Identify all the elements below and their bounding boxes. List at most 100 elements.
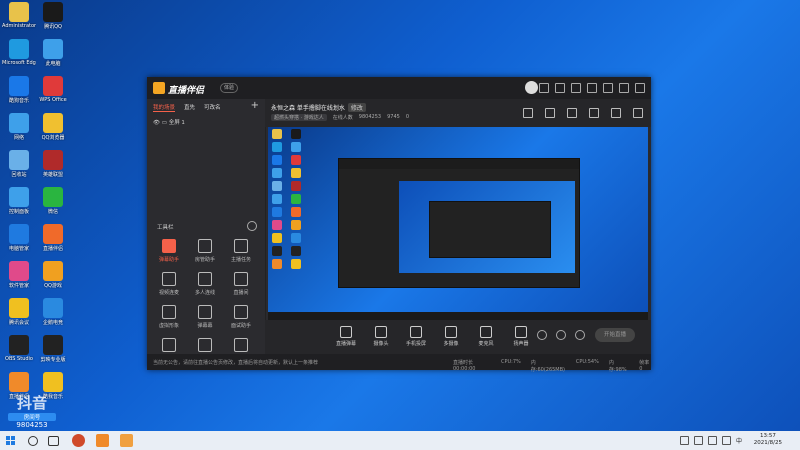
room-category[interactable]: 超燃头穿搭 · 游戏达人 [271, 114, 327, 121]
tab-my-scenes[interactable]: 我的场景 [153, 103, 176, 112]
tool-item[interactable] [187, 338, 223, 355]
tool-icon [198, 239, 212, 253]
tool-item[interactable]: 面试助手 [223, 305, 259, 329]
bottom-item[interactable]: 多摄像 [438, 326, 464, 347]
app-icon [9, 261, 29, 281]
bottom-item[interactable]: 麦克风 [473, 326, 499, 347]
tool-item[interactable]: 弹幕幕 [187, 305, 223, 329]
desktop-icon[interactable]: 电脑管家 [2, 224, 36, 252]
tab-third[interactable]: 可改名 [204, 103, 221, 112]
tray-person-icon[interactable] [679, 436, 689, 445]
desktop-icon[interactable]: 英雄联盟 [36, 150, 70, 178]
desktop-icon[interactable]: QQ浏览器 [36, 113, 70, 141]
desktop-icon[interactable]: 软件管家 [2, 261, 36, 289]
tool-item[interactable]: 主播任务 [223, 239, 259, 263]
desktop-icon-label: 回收站 [11, 172, 27, 178]
desktop-icon[interactable]: OBS Studio [2, 335, 36, 362]
maximize-icon[interactable] [619, 83, 629, 93]
room-watermark: 抖音 房间号 9804253 [8, 392, 56, 429]
status-stat: 内存:98% [608, 360, 627, 373]
camera-small-icon[interactable] [537, 330, 547, 340]
tool-item[interactable]: 直播间 [223, 272, 259, 296]
bottom-item-icon [410, 326, 422, 338]
settings-icon[interactable] [571, 83, 581, 93]
tray-chevron-icon[interactable] [693, 436, 703, 445]
desktop-icon[interactable]: Administrator [2, 2, 36, 29]
preview-icon [272, 207, 282, 217]
bell-icon[interactable] [611, 108, 621, 118]
desktop-icon[interactable]: 控制面板 [2, 187, 36, 215]
desktop-icon-label: 酷狗音乐 [8, 98, 29, 104]
taskbar-app-netease-icon[interactable] [72, 434, 85, 447]
tool-item[interactable]: 虚拟形象 [151, 305, 187, 329]
bottom-item[interactable]: 直播弹幕 [333, 326, 359, 347]
gear-icon[interactable] [575, 330, 585, 340]
desktop-icon[interactable]: 腾讯QQ [36, 2, 70, 30]
input-language[interactable]: 中 [736, 436, 742, 445]
go-live-button[interactable]: 开始直播 [595, 328, 635, 342]
desktop-icon-label: 腾讯会议 [8, 320, 29, 326]
desktop-icon[interactable]: Microsoft Edge [2, 39, 36, 66]
tool-label: 房管助手 [194, 257, 215, 263]
taskbar-app-live2-icon[interactable] [120, 434, 133, 447]
preview-recursive-window [429, 201, 551, 258]
version-badge[interactable]: 体验 [220, 83, 239, 93]
desktop-icon[interactable]: 剪映专业版 [36, 335, 70, 363]
tool-item[interactable] [223, 338, 259, 355]
bottom-item[interactable]: 手机投屏 [403, 326, 429, 347]
user-avatar[interactable] [525, 81, 538, 94]
eye-icon[interactable] [556, 330, 566, 340]
shop-icon[interactable] [589, 108, 599, 118]
scene-item[interactable]: 👁 ▭ 全屏 1 [153, 118, 185, 126]
message-icon[interactable] [539, 83, 549, 93]
desktop-icon[interactable]: 此电脑 [36, 39, 70, 67]
desktop-icon[interactable]: 直播伴侣 [36, 224, 70, 252]
room-title-row: 永恒之森 单手撸脚在线划水 修改 [271, 103, 366, 112]
tray-volume-icon[interactable] [721, 436, 731, 445]
list-icon[interactable] [567, 108, 577, 118]
task-view-icon[interactable] [48, 436, 59, 446]
tool-item[interactable] [151, 338, 187, 355]
desktop-icon[interactable]: 腾讯会议 [2, 298, 36, 326]
clock[interactable]: 13:57 2021/8/25 [754, 433, 782, 447]
start-button-icon[interactable] [6, 436, 15, 445]
live-preview[interactable] [268, 127, 648, 320]
tab-second[interactable]: 直先 [184, 103, 195, 112]
gift-icon[interactable] [523, 108, 533, 118]
skin-icon[interactable] [555, 83, 565, 93]
tool-icon [162, 272, 176, 286]
menu-icon[interactable] [587, 83, 597, 93]
desktop-icon-label: OBS Studio [5, 356, 33, 362]
desktop-icon[interactable]: WPS Office [36, 76, 70, 103]
edit-title-button[interactable]: 修改 [347, 103, 366, 112]
app-icon [9, 224, 29, 244]
bottom-item[interactable]: 扬声器 [508, 326, 534, 347]
preview-icon [291, 155, 301, 165]
preview-nested-preview [399, 181, 575, 273]
desktop-icon-label: QQ浏览器 [41, 135, 65, 141]
close-icon[interactable] [635, 83, 645, 93]
tools-more-icon[interactable] [247, 221, 257, 231]
desktop-icon[interactable]: QQ游戏 [36, 261, 70, 289]
bottom-item[interactable]: 摄像头 [368, 326, 394, 347]
tool-item[interactable]: 视频连麦 [151, 272, 187, 296]
tools-grid: 弹幕助手 房管助手 主播任务视频连麦 多人连线 直播间虚拟形象 弹幕幕 面试助手 [151, 239, 259, 355]
minimize-icon[interactable] [603, 83, 613, 93]
search-icon[interactable] [28, 436, 38, 446]
add-scene-button[interactable]: + [251, 100, 259, 111]
share-icon[interactable] [633, 108, 643, 118]
tray-network-icon[interactable] [707, 436, 717, 445]
tool-item[interactable]: 房管助手 [187, 239, 223, 263]
taskbar-app-live-icon[interactable] [96, 434, 109, 447]
room-tools [523, 108, 643, 118]
preview-icon [272, 259, 282, 269]
desktop-icon[interactable]: 企鹅电竞 [36, 298, 70, 326]
desktop-icon[interactable]: 回收站 [2, 150, 36, 178]
tool-item[interactable]: 多人连线 [187, 272, 223, 296]
desktop-icon[interactable]: 酷狗音乐 [2, 76, 36, 104]
desktop-icon[interactable]: 微信 [36, 187, 70, 215]
desktop-icon[interactable]: 网络 [2, 113, 36, 141]
lock-icon[interactable] [545, 108, 555, 118]
preview-icon [291, 246, 301, 256]
tool-item[interactable]: 弹幕助手 [151, 239, 187, 263]
